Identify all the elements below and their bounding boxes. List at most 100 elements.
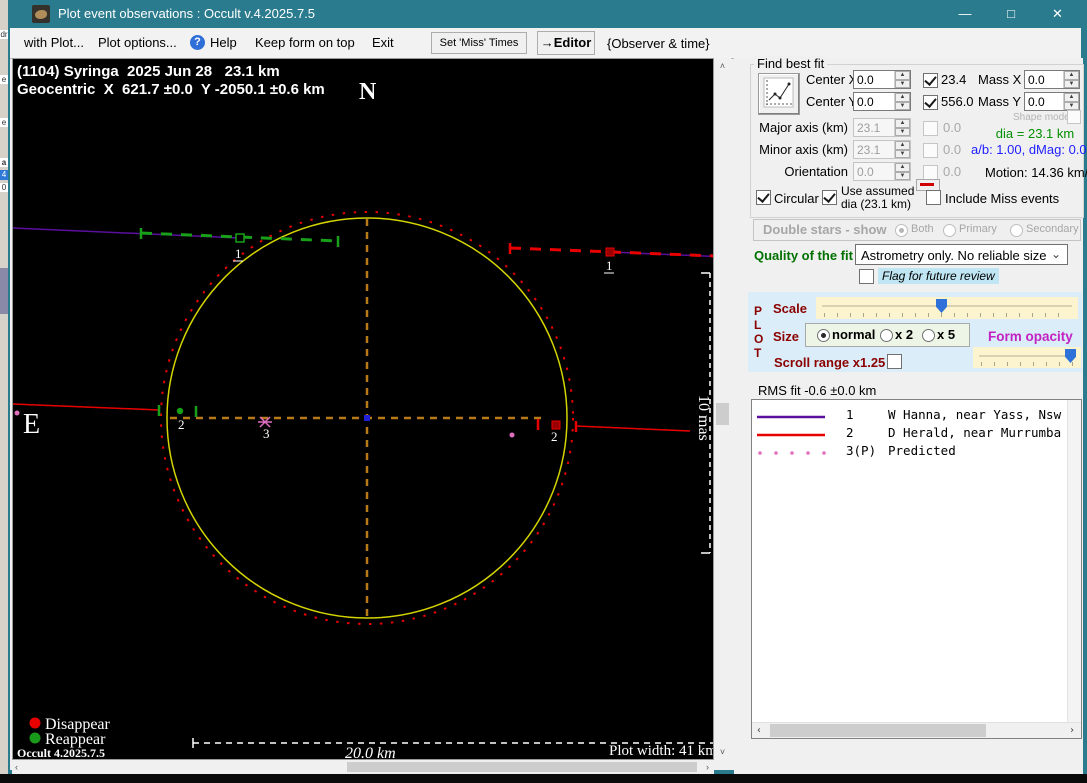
mas-scale-label: 10 mas	[695, 395, 712, 441]
title-bar[interactable]: Plot event observations : Occult v.4.202…	[10, 0, 1081, 28]
observer-name: D Herald, near Murrumba	[888, 425, 1061, 440]
slider-thumb[interactable]	[1065, 349, 1076, 363]
sliver-fragment: 0	[0, 183, 8, 192]
double-primary-label: Primary	[959, 223, 997, 235]
scroll-up-icon[interactable]: ˄	[714, 61, 731, 71]
scroll-right-icon[interactable]: ›	[706, 762, 709, 772]
scrollbar-thumb[interactable]	[770, 724, 986, 737]
use-assumed-label-1: Use assumed	[841, 184, 914, 198]
app-icon	[32, 5, 50, 23]
listbox-horizontal-scrollbar[interactable]: ‹ ›	[752, 722, 1081, 738]
help-icon[interactable]: ?	[190, 35, 205, 50]
center-x-field[interactable]: 0.0 ▲▼	[853, 70, 911, 89]
observer-row[interactable]: 2 D Herald, near Murrumba	[752, 424, 1067, 442]
size-x5-label: x 5	[937, 327, 955, 342]
fit-x-checkbox[interactable]	[923, 73, 938, 88]
scroll-right-icon[interactable]: ›	[1069, 725, 1075, 736]
slider-track	[822, 305, 1072, 307]
major-axis-aux-label: 0.0	[943, 120, 961, 135]
fit-y-checkbox[interactable]	[923, 95, 938, 110]
scrollbar-thumb[interactable]	[347, 762, 697, 772]
size-normal-radio[interactable]	[817, 329, 830, 342]
scale-label: Scale	[773, 301, 807, 316]
spin-up-icon[interactable]: ▲	[895, 93, 910, 102]
disappear-dot-icon	[30, 718, 41, 729]
menu-exit[interactable]: Exit	[372, 35, 394, 50]
quality-combobox[interactable]: Astrometry only. No reliable size ⌄	[855, 244, 1068, 265]
size-radio-group: normal x 2 x 5	[805, 323, 970, 347]
form-opacity-label: Form opacity	[988, 329, 1073, 344]
scale-slider[interactable]	[816, 297, 1078, 319]
double-both-label: Both	[911, 223, 934, 235]
slider-track	[979, 355, 1075, 357]
scroll-left-icon[interactable]: ‹	[15, 762, 18, 772]
spin-down-icon[interactable]: ▼	[895, 80, 910, 89]
scroll-down-icon[interactable]: ˅	[714, 747, 731, 757]
observer-name: W Hanna, near Yass, Nsw	[888, 407, 1061, 422]
sliver-block	[0, 268, 8, 314]
double-primary-radio	[943, 224, 956, 237]
mass-y-field[interactable]: 0.0 ▲▼	[1024, 92, 1080, 111]
menu-with-plot[interactable]: with Plot...	[24, 35, 84, 50]
km-scale-label: 20.0 km	[345, 745, 396, 759]
orientation-fit-checkbox	[923, 165, 938, 180]
mass-x-field[interactable]: 0.0 ▲▼	[1024, 70, 1080, 89]
observer-name: Predicted	[888, 443, 956, 458]
scroll-range-label: Scroll range x1.25	[774, 355, 885, 370]
occultation-plot[interactable]: 1 1	[13, 59, 713, 759]
observer-row[interactable]: 3(P) Predicted	[752, 442, 1067, 460]
red-line-icon	[920, 183, 934, 186]
spin-down-icon[interactable]: ▼	[895, 102, 910, 111]
size-normal-label: normal	[832, 327, 875, 342]
menu-plot-options[interactable]: Plot options...	[98, 35, 177, 50]
flag-review-checkbox[interactable]	[859, 269, 874, 284]
double-secondary-radio	[1010, 224, 1023, 237]
circular-checkbox[interactable]	[756, 190, 771, 205]
spin-up-icon[interactable]: ▲	[895, 71, 910, 80]
orientation-label: Orientation	[750, 164, 848, 179]
observer-row[interactable]: 1 W Hanna, near Yass, Nsw	[752, 406, 1067, 424]
spin-up-icon[interactable]: ▲	[1064, 93, 1079, 102]
sliver-fragment: dr	[0, 30, 8, 39]
spin-down-icon[interactable]: ▼	[1064, 102, 1079, 111]
mass-x-label: Mass X	[978, 72, 1021, 87]
form-opacity-slider[interactable]	[973, 347, 1081, 368]
menu-keep-form-on-top[interactable]: Keep form on top	[255, 35, 355, 50]
set-miss-times-button[interactable]: Set 'Miss' Times	[431, 32, 527, 54]
scroll-range-checkbox[interactable]	[887, 354, 902, 369]
plot-horizontal-scrollbar[interactable]: ‹ ›	[12, 760, 714, 774]
menu-help[interactable]: Help	[210, 35, 237, 50]
find-best-fit-title: Find best fit	[754, 56, 827, 71]
plot-canvas[interactable]: 1 1	[12, 58, 714, 760]
shape-model-checkbox[interactable]	[1067, 110, 1081, 124]
include-miss-checkbox[interactable]	[926, 190, 941, 205]
center-x-label: Center X	[806, 72, 852, 87]
chord2-label-right: 2	[551, 429, 558, 444]
listbox-vertical-scrollbar[interactable]	[1067, 400, 1081, 723]
major-axis-label: Major axis (km)	[750, 120, 848, 135]
spin-down-icon[interactable]: ▼	[1064, 80, 1079, 89]
editor-button[interactable]: →Editor	[537, 31, 595, 55]
observers-listbox[interactable]: 1 W Hanna, near Yass, Nsw 2 D Herald, ne…	[751, 399, 1082, 739]
quality-label: Quality of the fit	[754, 248, 853, 263]
scroll-left-icon[interactable]: ‹	[756, 725, 762, 736]
slider-thumb[interactable]	[936, 299, 947, 313]
fit-x-value-label: 23.4	[941, 72, 966, 87]
chord2-color-swatch	[757, 424, 837, 442]
background-window-sliver: dr e e a 4 0	[0, 0, 8, 774]
spin-up-icon[interactable]: ▲	[1064, 71, 1079, 80]
center-y-field[interactable]: 0.0 ▲▼	[853, 92, 911, 111]
plot-vertical-scrollbar[interactable]: ˄ ˅	[714, 58, 731, 760]
find-fit-button[interactable]	[758, 73, 800, 115]
reappear-point	[236, 234, 244, 242]
observer-time-label: {Observer & time}	[607, 36, 710, 51]
maximize-button[interactable]: □	[988, 0, 1034, 28]
use-assumed-checkbox[interactable]	[822, 190, 837, 205]
sliver-fragment: a	[0, 158, 8, 167]
minimize-button[interactable]: —	[942, 0, 988, 28]
occult-plot-window: Plot event observations : Occult v.4.202…	[8, 0, 1087, 774]
size-x2-radio[interactable]	[880, 329, 893, 342]
scrollbar-thumb[interactable]	[716, 403, 729, 425]
close-button[interactable]: ✕	[1034, 0, 1081, 28]
size-x5-radio[interactable]	[922, 329, 935, 342]
